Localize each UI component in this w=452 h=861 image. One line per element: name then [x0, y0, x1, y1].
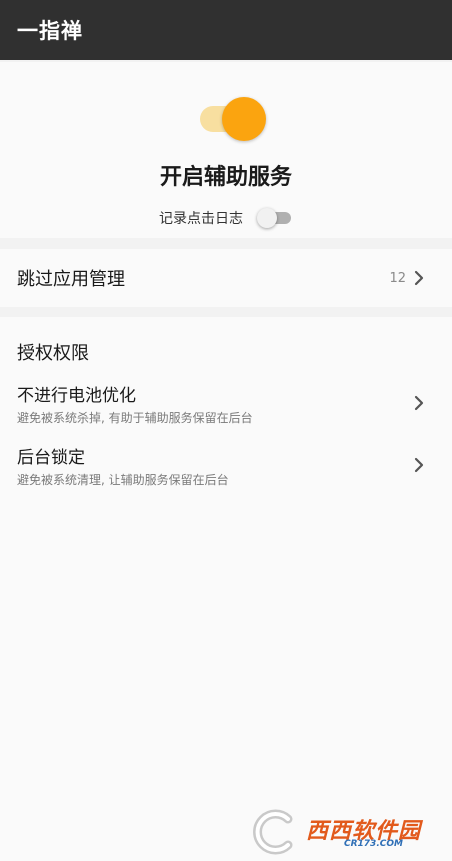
chevron-right-icon [414, 395, 424, 411]
log-toggle-thumb [257, 208, 277, 228]
permissions-header: 授权权限 [17, 343, 89, 364]
chevron-right-icon [414, 270, 424, 286]
skip-apps-row[interactable]: 跳过应用管理 12 [0, 249, 452, 307]
app-bar: 一指禅 [0, 0, 452, 60]
skip-apps-label: 跳过应用管理 [17, 269, 125, 290]
watermark-sub: CR173.COM [344, 839, 403, 849]
log-row: 记录点击日志 [0, 206, 452, 230]
battery-optimization-title: 不进行电池优化 [17, 386, 136, 406]
watermark-c-logo-icon [253, 809, 293, 855]
service-toggle-switch[interactable] [198, 96, 270, 142]
service-title: 开启辅助服务 [159, 165, 292, 190]
battery-optimization-item[interactable]: 不进行电池优化 避免被系统杀掉, 有助于辅助服务保留在后台 [0, 381, 452, 437]
service-card: 开启辅助服务 记录点击日志 [0, 62, 452, 238]
background-lock-desc: 避免被系统清理, 让辅助服务保留在后台 [17, 473, 229, 487]
log-label: 记录点击日志 [159, 211, 243, 227]
skip-apps-count: 12 [389, 270, 406, 286]
service-toggle-thumb [222, 97, 266, 141]
log-toggle-switch[interactable] [257, 206, 293, 230]
background-lock-title: 后台锁定 [17, 448, 85, 468]
battery-optimization-desc: 避免被系统杀掉, 有助于辅助服务保留在后台 [17, 411, 253, 425]
watermark-logo: 西西软件园 CR173.COM [248, 809, 434, 855]
background-lock-item[interactable]: 后台锁定 避免被系统清理, 让辅助服务保留在后台 [0, 443, 452, 499]
app-title: 一指禅 [17, 19, 83, 43]
chevron-right-icon [414, 457, 424, 473]
permissions-card: 授权权限 不进行电池优化 避免被系统杀掉, 有助于辅助服务保留在后台 后台锁定 … [0, 317, 452, 861]
